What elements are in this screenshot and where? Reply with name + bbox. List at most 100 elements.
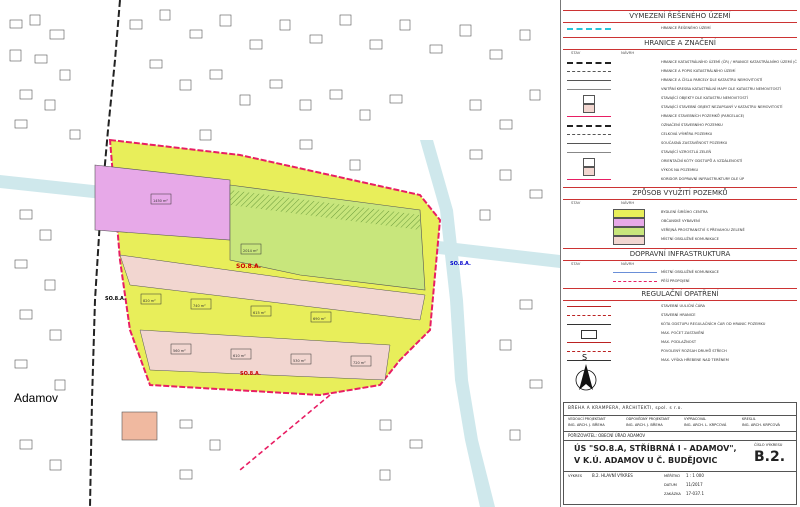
legend-label: MÍSTNÍ OBSLUŽNÉ KOMUNIKACE <box>661 237 719 241</box>
legend-row: VNITŘNÍ KRESBA KATASTRÁLNÍ MAPY DLE KATA… <box>563 85 797 94</box>
existing-building <box>54 379 66 391</box>
legend-row: STAVAJÍCÍ STAVEBNÍ OBJEKT NEZAPSANÝ V KA… <box>563 103 797 113</box>
existing-building <box>44 99 56 111</box>
legend-label: CELKOVÁ VÝMĚRA POZEMKU <box>661 132 713 136</box>
legend-symbol <box>613 236 645 245</box>
north-label: S <box>582 353 587 362</box>
existing-building <box>249 39 263 50</box>
column-navrh: NÁVRH <box>621 200 635 205</box>
existing-building <box>529 189 543 199</box>
existing-building <box>379 419 392 431</box>
legend-panel: VYMEZENÍ ŘEŠENÉHO ÚZEMÍ HRANICE ŘEŠENÉHO… <box>560 0 800 507</box>
legend-label: HRANICE A ČÍSLA PARCELY DLE KATASTRU NEM… <box>661 78 763 82</box>
existing-building <box>39 229 52 241</box>
role-label: VYPRACOVAL <box>684 417 707 421</box>
existing-building <box>9 49 22 62</box>
existing-building <box>469 99 482 111</box>
solved-area-symbol <box>567 28 611 30</box>
existing-building-orange <box>121 411 158 441</box>
existing-building <box>34 54 48 64</box>
existing-building <box>189 29 203 39</box>
legend-label: STAVAJÍCÍ OBJEKTY DLE KATASTRU NEMOVITOS… <box>661 96 748 100</box>
sheet-number: B.2. <box>754 449 786 465</box>
legend-row: STAVEBNÍ HRANICE <box>563 311 797 320</box>
existing-building <box>349 159 361 171</box>
legend-row: STAVAJÍCÍ VZROSTLÁ ZELEŇ <box>563 148 797 157</box>
role-name: ING. ARCH. J. BŘEHA <box>626 423 663 427</box>
parcel-area-label: 820 m² <box>143 299 156 303</box>
existing-building <box>219 14 232 27</box>
legend-row: MÍSTNÍ OBSLUŽNÉ KOMUNIKACE <box>563 268 797 277</box>
parcel-area-label: 740 m² <box>193 304 206 308</box>
existing-building <box>309 34 323 44</box>
existing-building <box>9 19 23 29</box>
legend-label: VNITŘNÍ KRESBA KATASTRÁLNÍ MAPY DLE KATA… <box>661 87 781 91</box>
existing-building <box>179 79 192 91</box>
legend-row: STAVEBNÍ UULIČNÍ ČÁRA <box>563 302 797 311</box>
role-label: ODPOVĚDNÝ PROJEKTANT <box>626 417 670 421</box>
existing-building <box>329 89 343 100</box>
legend-label: PĚŠÍ PROPOJENÍ <box>661 279 690 283</box>
existing-building <box>499 169 512 181</box>
legend-row: SOUČASNÁ ZASTAVĚNOST POZEMKU <box>563 139 797 148</box>
existing-building <box>14 259 28 269</box>
legend-row: STAVAJÍCÍ OBJEKTY DLE KATASTRU NEMOVITOS… <box>563 94 797 104</box>
legend-label: MÍSTNÍ OBSLUŽNÉ KOMUNIKACE <box>661 270 719 274</box>
legend-label: KORIDOR DOPRAVNÍ INFRASTRUKTURY DLE ÚP <box>661 177 745 181</box>
parcel-area-label: 1450 m² <box>153 199 168 203</box>
scale-value: 1 : 1 000 <box>686 473 704 478</box>
legend-label: SOUČASNÁ ZASTAVĚNOST POZEMKU <box>661 141 728 145</box>
legend-symbol <box>567 143 611 144</box>
existing-building <box>14 119 28 129</box>
legend-symbol <box>567 80 611 81</box>
parcel-area-label: 690 m² <box>313 317 326 321</box>
existing-building <box>369 39 383 50</box>
parcel-area-label: 560 m² <box>173 349 186 353</box>
existing-building <box>459 24 472 37</box>
legend-label: HRANICE A POPIS KATASTRÁLNÍHO ÚZEMÍ <box>661 69 736 73</box>
existing-building <box>399 19 411 31</box>
legend-symbol <box>567 324 611 325</box>
legend-label: MAX. PODLAŽNOST <box>661 340 697 344</box>
legend-symbol <box>613 272 657 273</box>
parcel-area-label: 615 m² <box>253 311 266 315</box>
column-stav: STAV <box>571 200 581 205</box>
legend-row: PĚŠÍ PROPOJENÍ <box>563 277 797 286</box>
legend-label: HRANICE ŘEŠENÉHO ÚZEMÍ <box>661 26 711 30</box>
existing-building <box>199 129 212 141</box>
scale-label: MĚŘÍTKO <box>664 474 681 478</box>
existing-building <box>519 29 531 41</box>
existing-building <box>129 19 143 30</box>
legend-symbol <box>567 71 611 72</box>
existing-building <box>239 94 251 106</box>
drawing-label: VÝKRES <box>568 474 583 478</box>
existing-building <box>529 379 543 389</box>
legend-label: STAVEBNÍ HRANICE <box>661 313 696 317</box>
column-navrh: NÁVRH <box>621 261 635 266</box>
parcel-area-label: 720 m² <box>353 361 366 365</box>
legend-label: ORIENTAČNÍ KÓTY ODSTUPŮ A VZDÁLENOSTÍ <box>661 159 743 163</box>
legend-label: OZNAČENÍ STAVEBNÍHO POZEMKU <box>661 123 723 127</box>
legend-symbol <box>567 179 611 180</box>
legend-label: VEŘEJNÁ PROSTRANSTVÍ S PŘEVAHOU ZELENĚ <box>661 228 745 232</box>
existing-building <box>59 69 71 81</box>
area-label: SO.8.A. <box>450 261 471 267</box>
legend-label: OBČANSKÉ VYBAVENÍ <box>661 219 700 223</box>
existing-building <box>269 79 283 89</box>
parcel-area-label: 530 m² <box>293 359 306 363</box>
place-label: Adamov <box>14 391 58 405</box>
existing-building <box>179 469 193 480</box>
project-title-line1: ÚS "SO.8.A, STŘÍBRNÁ I - ADAMOV", <box>574 444 737 453</box>
legend-row: VEŘEJNÁ PROSTRANSTVÍ S PŘEVAHOU ZELENĚ <box>563 226 797 236</box>
legend-label: KÓTA ODSTUPU REGULAČNÍCH ČAR OD HRANIC P… <box>661 322 766 326</box>
date-label: DATUM <box>664 483 677 487</box>
legend-row: KORIDOR DOPRAVNÍ INFRASTRUKTURY DLE ÚP <box>563 175 797 184</box>
date-value: 11/2017 <box>686 482 703 487</box>
existing-building <box>149 59 163 69</box>
existing-building <box>479 209 491 221</box>
existing-building <box>14 359 28 369</box>
legend-label: MAX. VÝŠKA HŘEBENE NAD TERÉNEM <box>661 358 729 362</box>
existing-building <box>489 49 503 60</box>
legend-label: VÝKOS NA POZEMKU <box>661 168 699 172</box>
legend-label: HRANICE KATASTRÁLNÍHO ÚZEMÍ (ČR) / HRANI… <box>661 60 797 64</box>
